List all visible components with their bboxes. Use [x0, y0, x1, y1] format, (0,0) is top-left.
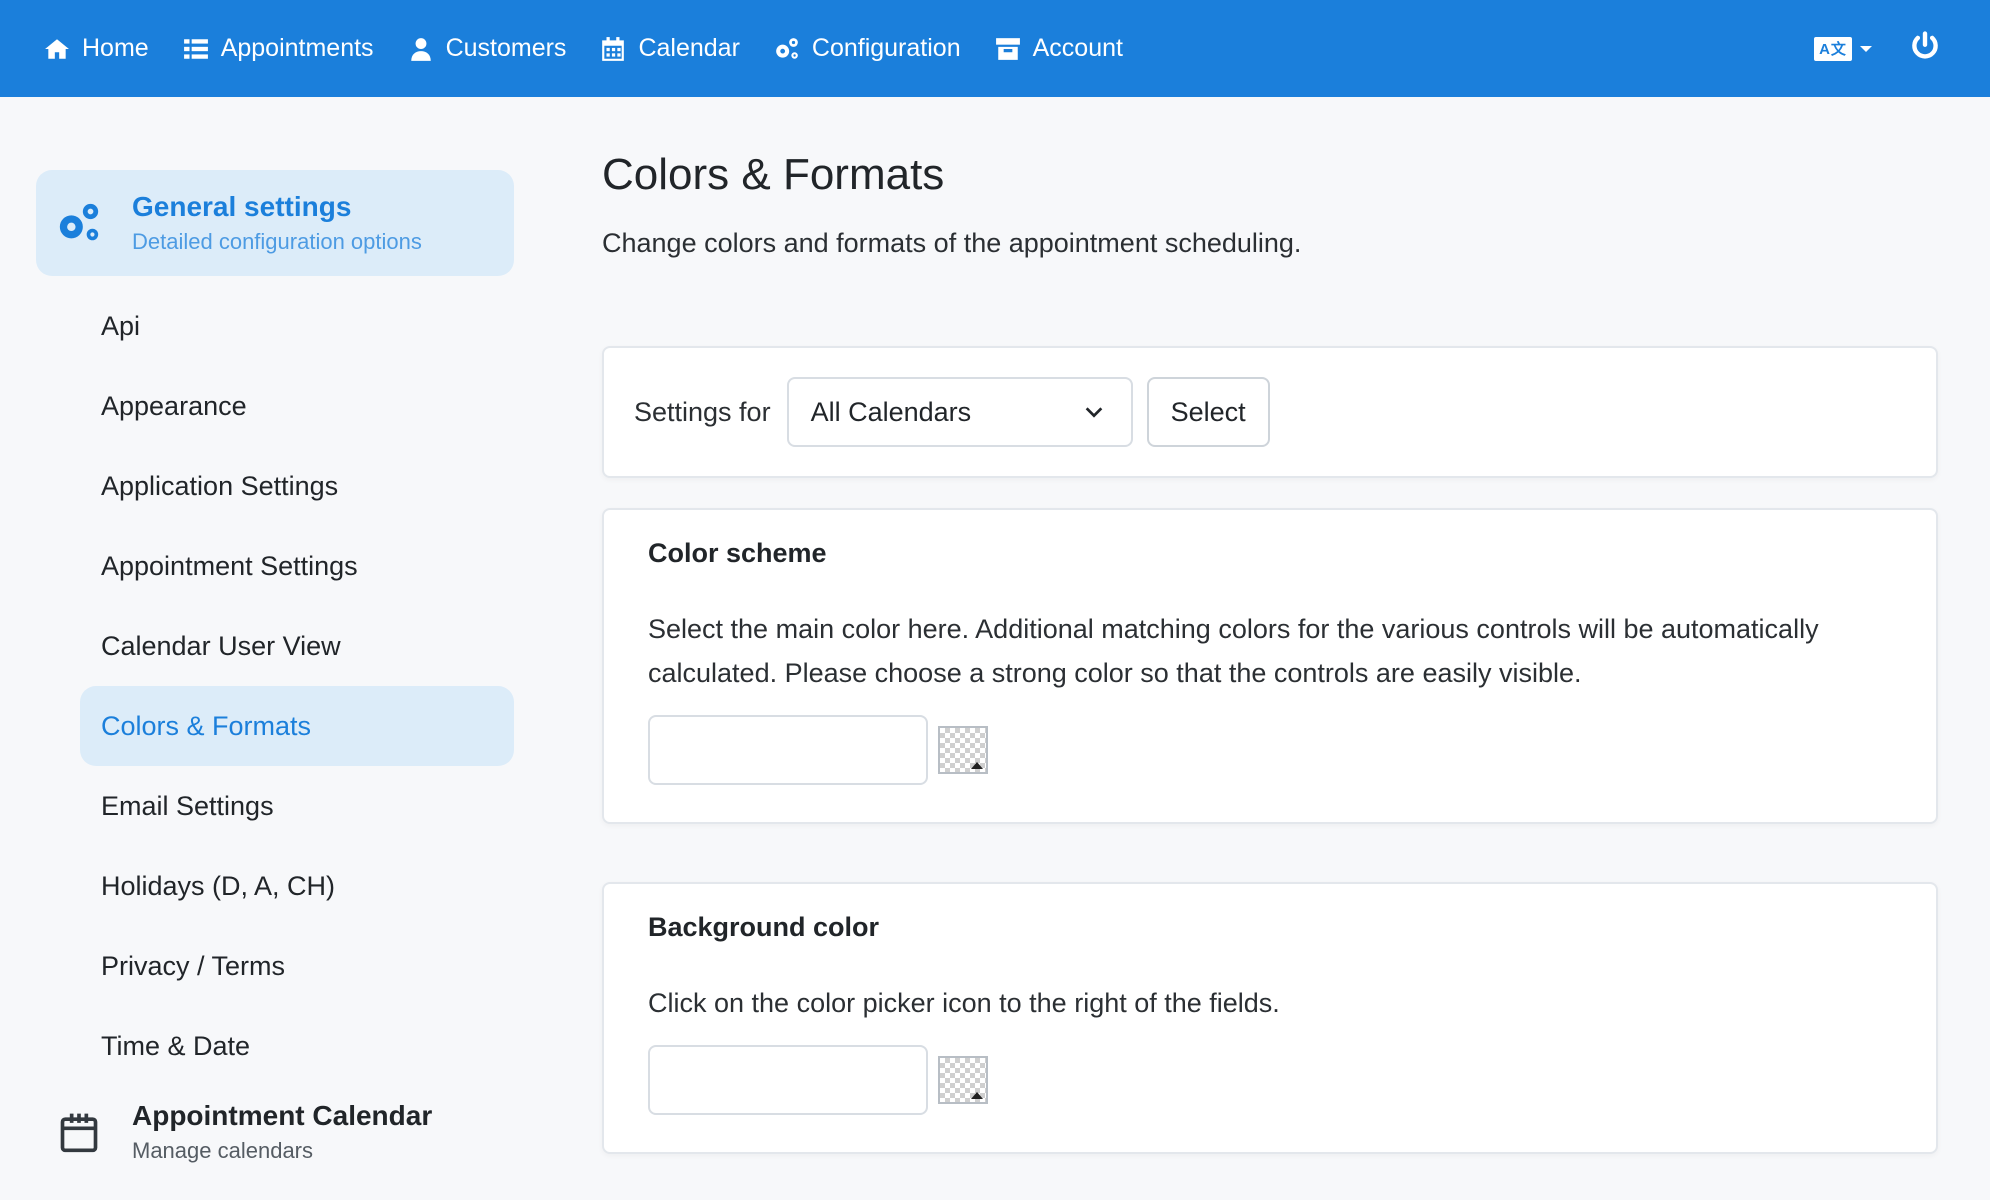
color-picker-icon[interactable]: [938, 726, 988, 774]
gears-icon: [54, 198, 104, 248]
calendar-icon: [602, 36, 625, 61]
list-icon: [183, 38, 208, 59]
sidebar-item-application-settings[interactable]: Application Settings: [80, 446, 514, 526]
settings-sidebar: General settings Detailed configuration …: [36, 170, 514, 1178]
sidebar-item-email-settings[interactable]: Email Settings: [80, 766, 514, 846]
color-scheme-card: Color scheme Select the main color here.…: [602, 508, 1938, 824]
calendar-outline-icon: [54, 1107, 104, 1157]
color-picker-icon[interactable]: [938, 1056, 988, 1104]
sidebar-group-general-settings[interactable]: General settings Detailed configuration …: [36, 170, 514, 276]
nav-calendar[interactable]: Calendar: [600, 0, 740, 97]
archive-icon: [995, 37, 1020, 60]
chevron-down-icon: [1085, 407, 1102, 418]
main-content: Colors & Formats Change colors and forma…: [602, 150, 1938, 259]
sidebar-item-calendar-user-view[interactable]: Calendar User View: [80, 606, 514, 686]
sidebar-item-privacy-terms[interactable]: Privacy / Terms: [80, 926, 514, 1006]
gears-icon: [776, 37, 798, 59]
nav-calendar-label: Calendar: [638, 34, 740, 62]
sidebar-item-appearance[interactable]: Appearance: [80, 366, 514, 446]
page-title: Colors & Formats: [602, 150, 945, 199]
settings-for-label: Settings for: [634, 396, 771, 427]
calendar-select[interactable]: All Calendars: [786, 377, 1133, 447]
nav-appointments[interactable]: Appointments: [183, 0, 374, 97]
nav-home-label: Home: [82, 34, 149, 62]
logout-button[interactable]: [1910, 31, 1940, 66]
user-icon: [410, 37, 431, 61]
color-scheme-input[interactable]: [648, 715, 928, 785]
sidebar-item-api[interactable]: Api: [80, 286, 514, 366]
nav-home[interactable]: Home: [44, 0, 149, 97]
nav-configuration[interactable]: Configuration: [774, 0, 961, 97]
sidebar-group-title: Appointment Calendar: [132, 1100, 433, 1131]
power-icon: [1912, 31, 1938, 59]
background-color-title: Background color: [648, 912, 880, 942]
select-button[interactable]: Select: [1146, 377, 1270, 447]
sidebar-group-subtitle: Manage calendars: [132, 1138, 314, 1163]
nav-appointments-label: Appointments: [220, 34, 374, 62]
color-scheme-description: Select the main color here. Additional m…: [648, 614, 1819, 688]
sidebar-item-appointment-settings[interactable]: Appointment Settings: [80, 526, 514, 606]
top-navbar: Home Appointments Customers Calendar Con…: [0, 0, 1990, 97]
nav-customers[interactable]: Customers: [408, 0, 567, 97]
color-scheme-title: Color scheme: [648, 538, 827, 568]
calendar-select-value: All Calendars: [810, 396, 972, 427]
settings-for-card: Settings for All Calendars Select: [602, 346, 1938, 478]
sidebar-group-subtitle: Detailed configuration options: [132, 229, 422, 254]
home-icon: [45, 38, 69, 59]
sidebar-item-colors-formats[interactable]: Colors & Formats: [80, 686, 514, 766]
background-color-input[interactable]: [648, 1045, 928, 1115]
sidebar-group-appointment-calendar[interactable]: Appointment Calendar Manage calendars: [36, 1086, 514, 1178]
nav-account-label: Account: [1032, 34, 1123, 62]
page-subtitle: Change colors and formats of the appoint…: [602, 228, 1302, 258]
sidebar-group-title: General settings: [132, 191, 352, 222]
nav-account[interactable]: Account: [995, 0, 1123, 97]
caret-down-icon: [1860, 45, 1872, 52]
background-color-card: Background color Click on the color pick…: [602, 882, 1938, 1154]
language-dropdown[interactable]: A文: [1814, 36, 1872, 61]
translate-icon: A文: [1814, 36, 1852, 61]
sidebar-item-time-date[interactable]: Time & Date: [80, 1006, 514, 1086]
nav-customers-label: Customers: [445, 34, 567, 62]
background-color-description: Click on the color picker icon to the ri…: [648, 988, 1280, 1018]
nav-configuration-label: Configuration: [811, 34, 961, 62]
sidebar-item-holidays[interactable]: Holidays (D, A, CH): [80, 846, 514, 926]
